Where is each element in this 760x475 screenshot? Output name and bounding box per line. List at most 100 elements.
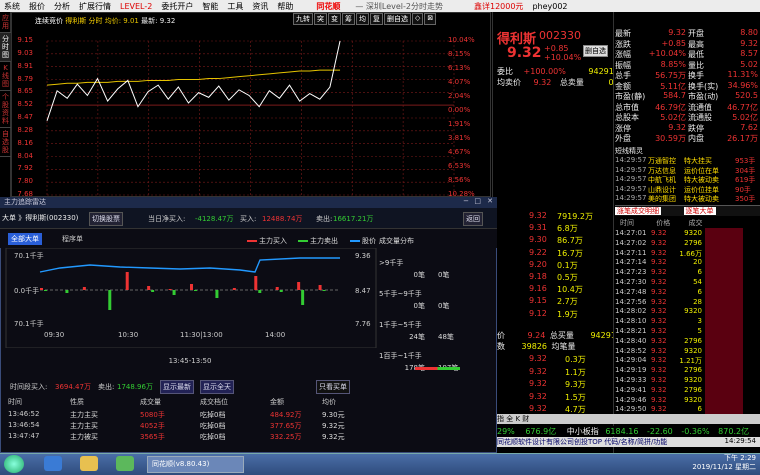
main-buy-bar: [40, 288, 43, 290]
tab-apps[interactable]: 应用: [0, 12, 11, 33]
avg-buy-value: 9.24: [527, 331, 546, 340]
news-volume: 304手: [735, 166, 756, 175]
menu-item-ext[interactable]: 扩展行情: [79, 1, 111, 12]
trade-price: 9.32: [651, 395, 667, 404]
big-order-panel: [705, 228, 743, 416]
delete-watch-button[interactable]: 删自选: [583, 45, 608, 57]
menu-item-quote[interactable]: 报价: [29, 1, 45, 12]
bid-volume: 16.7万: [557, 248, 583, 258]
stock-price: 9.32: [507, 45, 542, 61]
stat-value: +0.85: [661, 38, 686, 48]
menu-item-smart[interactable]: 智能: [202, 1, 218, 12]
nine-turn-button[interactable]: 九转: [293, 13, 313, 25]
tab-all-big-orders[interactable]: 全部大单: [8, 233, 42, 245]
main-sell-bar: [108, 290, 112, 310]
main-buy-bar: [318, 285, 322, 290]
start-icon[interactable]: [4, 455, 24, 473]
table-row[interactable]: 13:46:54 主力主买 4052手 吃掉0档 377.65万 9.32元: [0, 421, 380, 432]
table-row[interactable]: 13:46:52 主力主买 5080手 吃掉0档 484.92万 9.30元: [0, 410, 380, 421]
chart-header: 连续竞价 得利斯 分时 均价: 9.01 最新: 9.32: [35, 16, 175, 26]
table-head-cell: 金额: [270, 398, 284, 406]
trade-volume: 9320: [684, 395, 702, 404]
table-header: 时间 性质 成交量 成交档位 金额 均价: [0, 397, 380, 408]
bid-price: 9.22: [529, 247, 547, 257]
tick-volume: 9.3万: [565, 380, 586, 389]
chips-button[interactable]: 筹: [342, 13, 355, 25]
menu-item-system[interactable]: 系统: [4, 1, 20, 12]
show-all-button[interactable]: 显示全天: [200, 380, 234, 394]
legend-price: 股价: [350, 236, 376, 246]
period-bar: 时间段买入: 3694.47万 卖出: 1748.96万 显示最新 显示全天 只…: [0, 380, 380, 394]
news-stock: 万达信息: [648, 166, 676, 175]
stat-value: 30.59万: [655, 134, 686, 143]
buy-label: 买入:: [240, 215, 257, 223]
avg-sell-value: 9.32: [533, 78, 552, 87]
banner-text[interactable]: 同花顺软件设计有限公司创投TOP 代码/名称/简拼/功能: [497, 438, 667, 446]
intraday-chart[interactable]: [11, 12, 491, 197]
main-sell-bar: [151, 290, 155, 292]
diamond-icon[interactable]: ◇: [412, 13, 424, 25]
stat-label: 总手: [615, 71, 631, 80]
show-latest-button[interactable]: 显示最新: [160, 380, 194, 394]
right-tick: 1.91%: [448, 120, 471, 128]
folder-icon[interactable]: [80, 456, 98, 471]
bid-level: 9.20 0.1万: [497, 260, 578, 271]
tab-big-orders[interactable]: 逐笔大单: [683, 207, 716, 215]
stat-value: 11.31%: [727, 70, 758, 79]
table-cell: 9.32元: [322, 422, 345, 430]
ie-icon[interactable]: [44, 456, 62, 471]
user-name: phey002: [532, 1, 568, 11]
app-icon[interactable]: [116, 456, 134, 471]
flow-buy-count: 0笔: [413, 271, 425, 279]
main-sell-bar: [301, 290, 305, 305]
left-tick: 8.65: [17, 87, 33, 96]
breakout-button[interactable]: 突: [314, 13, 327, 25]
close-icon[interactable]: ⊠: [424, 13, 437, 25]
tab-tick-detail[interactable]: 涨笔成交明细: [615, 207, 661, 215]
stat-value: +10.04%: [648, 49, 686, 58]
trade-time: 14:27:56: [615, 297, 647, 306]
bottom-strip[interactable]: 指 全 K 财: [497, 414, 760, 424]
return-button[interactable]: 返回: [463, 212, 483, 226]
menu-item-trade[interactable]: 委托开户: [161, 1, 193, 12]
window-min-icon[interactable]: −: [463, 197, 469, 205]
filter-select[interactable]: 只看买单: [316, 380, 350, 394]
tab-program-orders[interactable]: 程序单: [62, 234, 83, 244]
menu-item-tools[interactable]: 工具: [227, 1, 243, 12]
main-buy-bar: [254, 276, 258, 290]
right-tick: 8.15%: [448, 50, 471, 58]
bid-volume: 0.1万: [557, 260, 578, 270]
remove-watch-button[interactable]: 删自选: [384, 13, 411, 25]
adjust-button[interactable]: 复: [370, 13, 383, 25]
chart-mode: 连续竞价: [35, 17, 63, 25]
menu-item-info[interactable]: 资讯: [252, 1, 268, 12]
total-buy-label2: 总买量: [549, 331, 574, 340]
window-close-icon[interactable]: ✕: [487, 197, 493, 205]
net-buy-label: 当日净买入:: [148, 215, 186, 223]
avg-button[interactable]: 均: [356, 13, 369, 25]
trade-time: 14:28:40: [615, 336, 647, 345]
window-max-icon[interactable]: □: [474, 197, 481, 205]
bid-volume: 10.4万: [557, 285, 583, 295]
menu-item-level2[interactable]: LEVEL-2: [120, 2, 152, 11]
news-volume: 90手: [735, 185, 751, 194]
left-tick: 8.04: [17, 151, 33, 160]
news-event: 运价位在单: [684, 166, 719, 175]
tick-volume: 1.5万: [565, 392, 586, 402]
switch-stock-button[interactable]: 切换股票: [89, 212, 123, 226]
stat-value: 5.02: [740, 59, 758, 69]
table-row[interactable]: 13:47:47 主力被买 3565手 吃掉0档 332.25万 9.32元: [0, 432, 380, 443]
tick-price: 9.32: [529, 379, 547, 388]
taskbar-app-button[interactable]: 同花顺(v8.80.43): [147, 456, 244, 473]
right-tick: 4.67%: [448, 148, 471, 156]
trade-time: 14:29:04: [615, 356, 647, 365]
change-button[interactable]: 变: [328, 13, 341, 25]
menu-item-help[interactable]: 帮助: [277, 1, 293, 12]
stat-label: 总市值: [615, 102, 639, 112]
bid-price: 9.12: [529, 308, 547, 318]
radar-chart[interactable]: 70.1千手 0.0千手 70.1千手 9.36 8.47 7.76 09:30 10:30 1…: [0, 248, 380, 348]
flow-label: 5千手~9千手: [379, 290, 422, 298]
menu-item-analysis[interactable]: 分析: [54, 1, 70, 12]
taskbar: [0, 453, 760, 475]
tab-profile[interactable]: 个股资料: [0, 91, 11, 128]
